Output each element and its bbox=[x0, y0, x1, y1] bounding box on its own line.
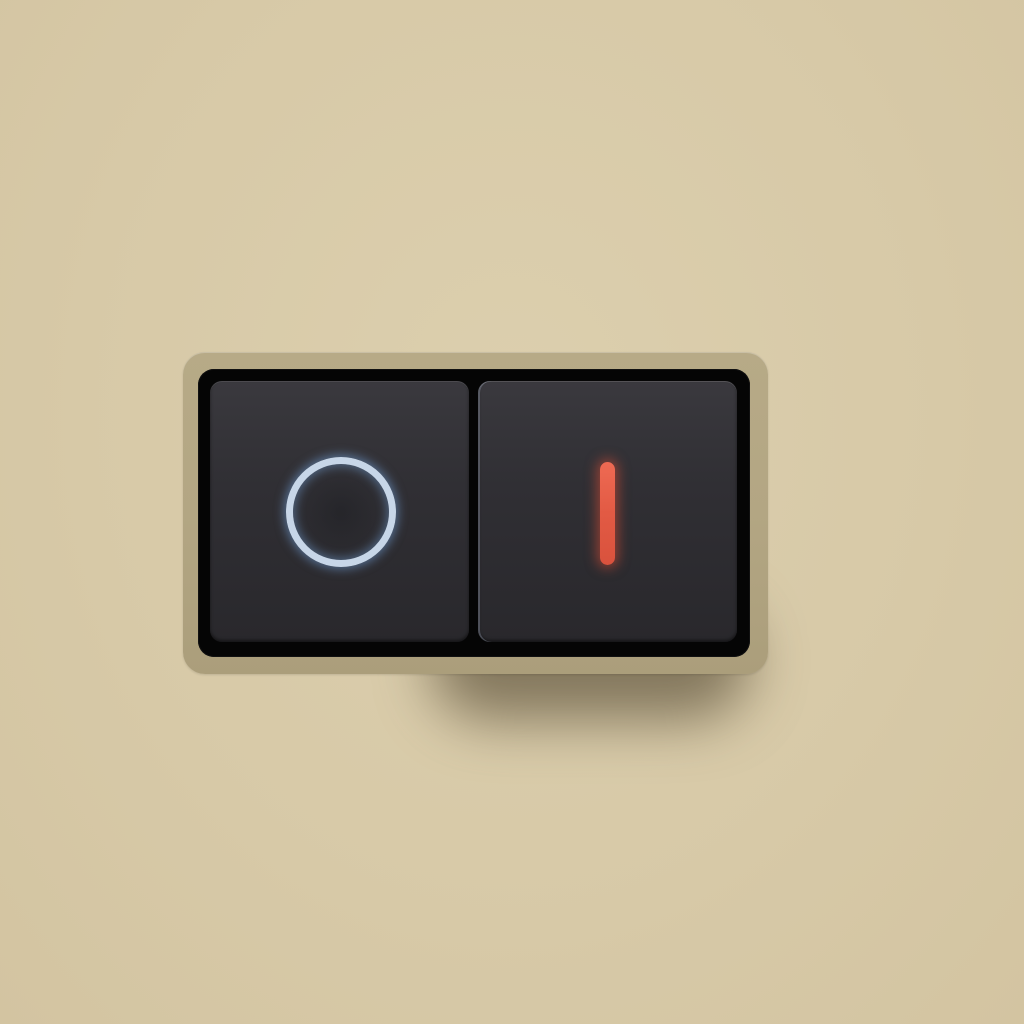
off-ring-icon bbox=[286, 457, 396, 567]
off-rocker-button[interactable] bbox=[210, 381, 469, 642]
power-switch-scene bbox=[0, 0, 1024, 1024]
on-bar-icon bbox=[600, 462, 615, 565]
on-rocker-button[interactable] bbox=[478, 381, 737, 642]
